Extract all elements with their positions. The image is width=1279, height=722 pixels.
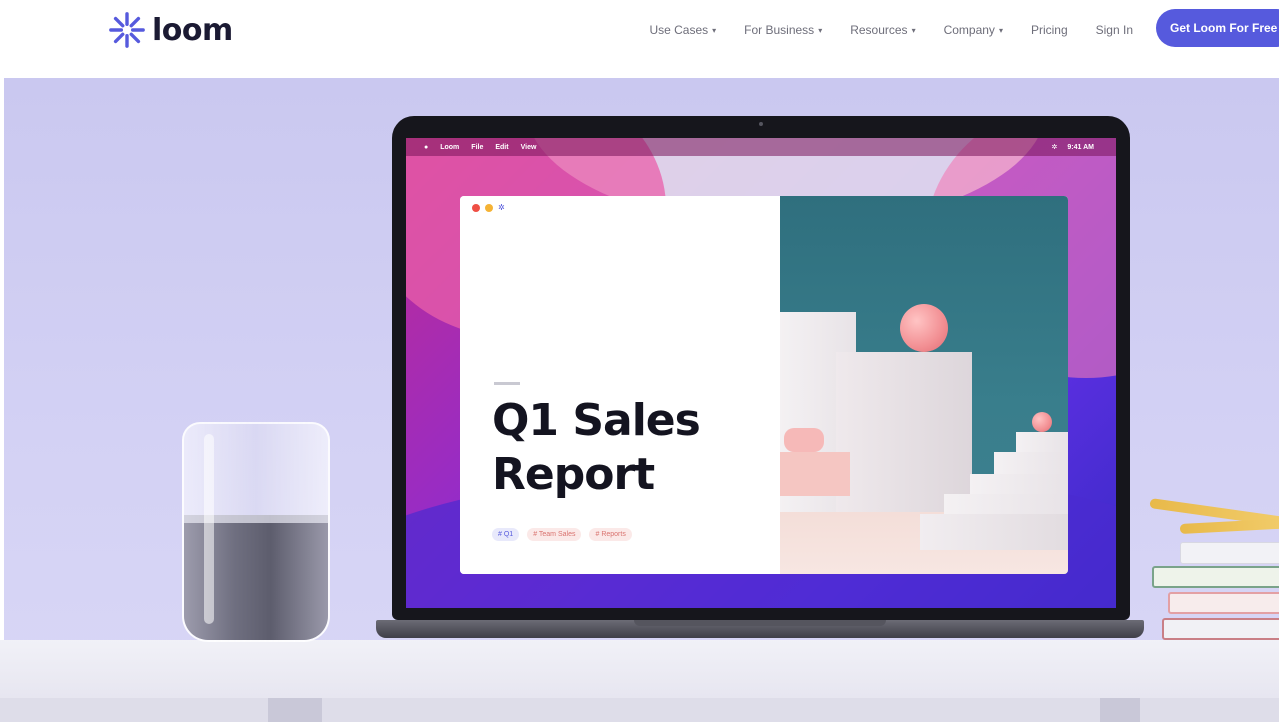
laptop-base: [376, 620, 1144, 638]
book-illustration: [1162, 618, 1279, 640]
nav-resources-label: Resources: [850, 23, 908, 37]
menubar-clock: 9:41 AM: [1067, 143, 1094, 151]
chevron-down-icon: ▾: [712, 25, 717, 35]
nav-menu: Use Cases ▾ For Business ▾ Resources ▾ C…: [649, 18, 1133, 42]
starburst-icon: [109, 12, 145, 48]
get-loom-free-button[interactable]: Get Loom For Free: [1156, 9, 1279, 47]
tag-reports: # Reports: [589, 528, 632, 541]
nav-use-cases-label: Use Cases: [649, 23, 709, 37]
art-stair: [920, 514, 1068, 550]
nav-resources[interactable]: Resources ▾: [850, 23, 915, 37]
desk-top: [0, 640, 1279, 702]
mac-menubar: ● Loom File Edit View ✲ 9:41 AM: [406, 138, 1116, 156]
nav-company[interactable]: Company ▾: [944, 23, 1003, 37]
nav-pricing-label: Pricing: [1030, 23, 1068, 37]
nav-for-business-label: For Business: [744, 23, 815, 37]
presentation-slide: ✲ Q1 Sales Report # Q1 # Team Sales # Re…: [460, 196, 1068, 574]
nav-use-cases[interactable]: Use Cases ▾: [649, 23, 716, 37]
menubar-status: ✲ 9:41 AM: [1052, 138, 1094, 156]
desk-leg: [1100, 698, 1140, 722]
chevron-down-icon: ▾: [818, 25, 823, 35]
slide-title-line2: Report: [492, 449, 655, 500]
brand-name: loom: [152, 12, 233, 48]
chevron-down-icon: ▾: [911, 25, 916, 35]
slide-title: Q1 Sales Report: [492, 394, 762, 502]
art-block: [836, 352, 972, 512]
nav-for-business[interactable]: For Business ▾: [744, 23, 822, 37]
laptop-hinge-notch: [634, 620, 886, 626]
glass-highlight: [204, 434, 214, 624]
hero-left-edge: [0, 78, 4, 722]
loom-small-icon: ✲: [498, 203, 505, 212]
chevron-down-icon: ▾: [998, 25, 1003, 35]
water-glass-illustration: [182, 422, 330, 642]
slide-eyebrow-line: [494, 382, 520, 385]
loom-logo[interactable]: loom: [108, 10, 233, 50]
nav-sign-in-label: Sign In: [1095, 23, 1133, 37]
book-illustration: [1180, 542, 1279, 564]
nav-sign-in[interactable]: Sign In: [1096, 23, 1133, 37]
slide-tags: # Q1 # Team Sales # Reports: [492, 528, 632, 541]
apple-icon: ●: [424, 143, 429, 151]
window-controls: ✲: [472, 204, 505, 212]
art-pink-shape: [784, 428, 824, 452]
hero-section: ● Loom File Edit View ✲ 9:41 AM ✲ Q1 Sal…: [0, 78, 1279, 722]
slide-text-panel: ✲ Q1 Sales Report # Q1 # Team Sales # Re…: [460, 196, 780, 574]
laptop-illustration: ● Loom File Edit View ✲ 9:41 AM ✲ Q1 Sal…: [392, 116, 1130, 620]
loom-status-icon: ✲: [1051, 144, 1058, 151]
nav-pricing[interactable]: Pricing: [1031, 23, 1068, 37]
art-pink-steps: [780, 452, 850, 496]
tag-q1: # Q1: [492, 528, 520, 541]
camera-dot: [759, 122, 763, 126]
desk-leg: [268, 698, 322, 722]
book-illustration: [1168, 592, 1279, 614]
menubar-edit: Edit: [495, 143, 509, 151]
art-small-sphere: [1032, 412, 1052, 432]
art-sphere: [900, 304, 948, 352]
close-dot-icon: [472, 204, 480, 212]
minimize-dot-icon: [485, 204, 493, 212]
book-illustration: [1152, 566, 1279, 588]
slide-3d-art: [780, 196, 1068, 574]
slide-title-line1: Q1 Sales: [492, 395, 701, 446]
pencil-illustration: [1179, 518, 1279, 534]
top-nav: loom Use Cases ▾ For Business ▾ Resource…: [0, 0, 1279, 78]
menubar-view: View: [520, 143, 537, 151]
menubar-file: File: [471, 143, 484, 151]
laptop-screen: ● Loom File Edit View ✲ 9:41 AM ✲ Q1 Sal…: [406, 138, 1116, 608]
tag-team-sales: # Team Sales: [527, 528, 582, 541]
nav-company-label: Company: [943, 23, 995, 37]
menubar-app: Loom: [440, 143, 460, 151]
desk-front: [0, 698, 1279, 722]
